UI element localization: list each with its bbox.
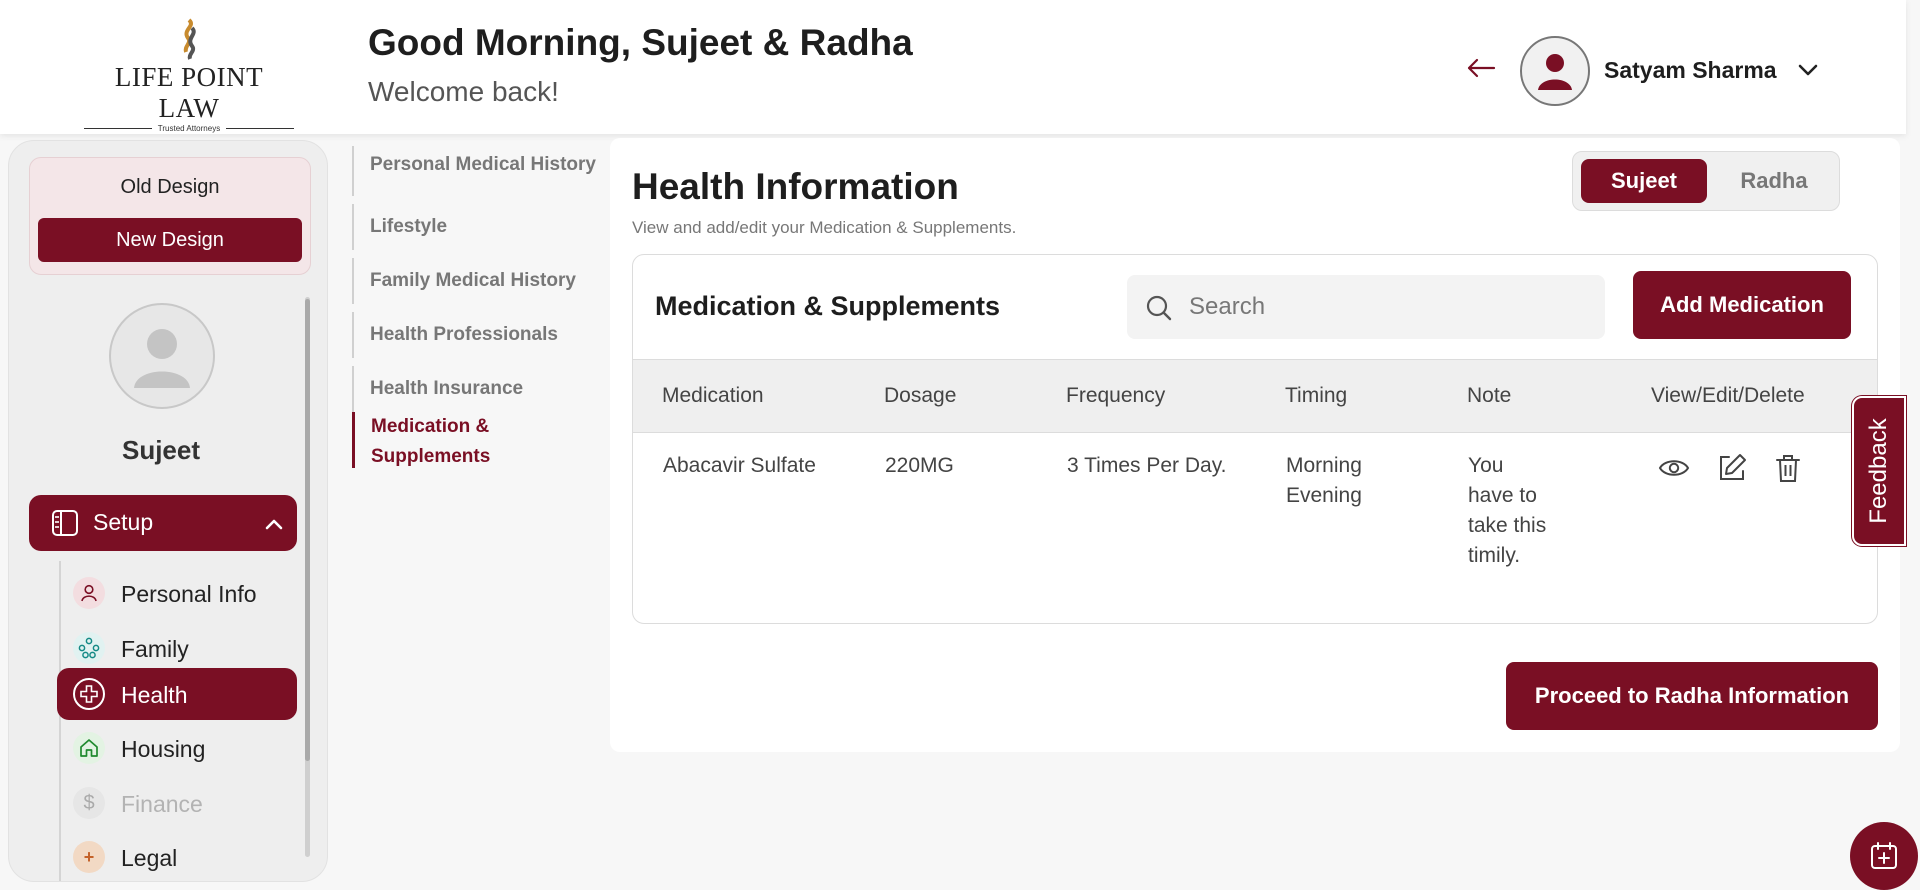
feedback-label: Feedback [1865,418,1892,524]
column-header[interactable]: Medication [662,384,764,408]
subnav-lifestyle[interactable]: Lifestyle [352,204,602,250]
column-header[interactable]: Note [1467,384,1511,408]
tab-sujeet[interactable]: Sujeet [1581,159,1707,203]
company-logo[interactable]: LIFE POINT LAW Trusted Attorneys [84,18,294,133]
feedback-tab[interactable]: Feedback [1852,396,1906,546]
user-avatar[interactable] [1520,36,1590,106]
sidebar-scrollbar-thumb[interactable] [305,299,310,761]
cell-note: timily. [1468,544,1521,567]
user-avatar-icon [1538,54,1572,90]
proceed-button[interactable]: Proceed to Radha Information [1506,662,1878,730]
delete-trash-icon[interactable] [1771,451,1805,485]
sidebar-item-label: Personal Info [121,581,257,607]
sidebar-item-personal-info[interactable]: Personal Info [57,567,297,619]
subnav-family-medical-history[interactable]: Family Medical History [352,258,602,304]
subnav-health-insurance[interactable]: Health Insurance [352,366,602,412]
column-header[interactable]: Timing [1285,384,1347,408]
sidebar-item-family[interactable]: Family [57,622,297,674]
subnav-personal-medical-history[interactable]: Personal Medical History [352,146,602,196]
tab-radha[interactable]: Radha [1715,159,1833,203]
family-icon [73,632,105,664]
user-name[interactable]: Satyam Sharma [1604,57,1777,84]
health-cross-icon [73,678,105,710]
logo-tagline: Trusted Attorneys [157,124,221,133]
cell-timing: Evening [1286,484,1362,507]
subnav-health-professionals[interactable]: Health Professionals [352,312,602,358]
health-subnav: Personal Medical History Lifestyle Famil… [352,140,612,480]
sidebar-item-legal[interactable]: + Legal [57,831,297,881]
sidebar-item-housing[interactable]: Housing [57,722,297,774]
page-title: Health Information [632,166,959,207]
person-toggle: Sujeet Radha [1572,151,1840,211]
calendar-button[interactable] [1850,822,1918,890]
subnav-medication-supplements[interactable]: Medication & Supplements [352,412,592,468]
sidebar-item-label: Finance [121,791,203,817]
column-header[interactable]: Frequency [1066,384,1165,408]
sidebar-item-label: Family [121,636,189,662]
cell-note: take this [1468,514,1547,537]
edit-pencil-icon[interactable] [1715,451,1749,485]
column-header[interactable]: View/Edit/Delete [1651,384,1805,408]
logo-text: LIFE POINT LAW [114,62,264,123]
setup-label: Setup [93,509,154,535]
page-subtitle: View and add/edit your Medication & Supp… [632,218,1017,237]
table-header: Medication Dosage Frequency Timing Note … [633,359,1877,433]
chevron-up-icon [265,519,283,530]
sidebar-item-finance[interactable]: $ Finance [57,777,297,829]
add-medication-button[interactable]: Add Medication [1633,271,1851,339]
cell-frequency: 3 Times Per Day. [1067,454,1227,477]
view-eye-icon[interactable] [1657,451,1691,485]
sidebar-item-label: Legal [121,845,178,871]
cell-dosage: 220MG [885,454,954,477]
chevron-down-icon[interactable] [1796,58,1820,82]
new-design-button[interactable]: New Design [38,218,302,262]
greeting-title: Good Morning, Sujeet & Radha [368,22,913,63]
home-icon [73,732,105,764]
search-field[interactable] [1127,275,1605,339]
welcome-text: Welcome back! [368,76,559,107]
top-header: LIFE POINT LAW Trusted Attorneys Good Mo… [0,0,1906,134]
user-icon [73,577,105,609]
profile-placeholder-icon [134,329,190,388]
dollar-icon: $ [73,787,105,819]
old-design-button[interactable]: Old Design [30,176,310,199]
health-information-card: Health Information View and add/edit you… [610,138,1900,752]
sidebar-item-label: Health [121,682,188,708]
cell-note: have to [1468,484,1537,507]
panel-title: Medication & Supplements [655,291,1001,321]
setup-menu-button[interactable]: Setup [29,495,297,551]
setup-icon [52,510,78,536]
legal-icon: + [73,841,105,873]
back-arrow-icon[interactable] [1466,56,1496,80]
column-header[interactable]: Dosage [884,384,956,408]
sidebar-item-label: Housing [121,736,206,762]
cell-timing: Morning [1286,454,1362,477]
sidebar: Old Design New Design Sujeet Setup Perso… [8,140,328,882]
cell-note: You [1468,454,1504,477]
medication-panel: Medication & Supplements Add Medication … [632,254,1878,624]
sidebar-item-health[interactable]: Health [57,668,297,720]
calendar-add-icon [1871,842,1897,869]
search-icon [1146,295,1172,321]
profile-avatar[interactable] [109,303,215,409]
design-toggle: Old Design New Design [29,157,311,275]
logo-flame-icon [183,18,196,60]
search-input[interactable] [1189,287,1589,327]
profile-name: Sujeet [121,435,201,465]
cell-medication: Abacavir Sulfate [663,454,816,477]
